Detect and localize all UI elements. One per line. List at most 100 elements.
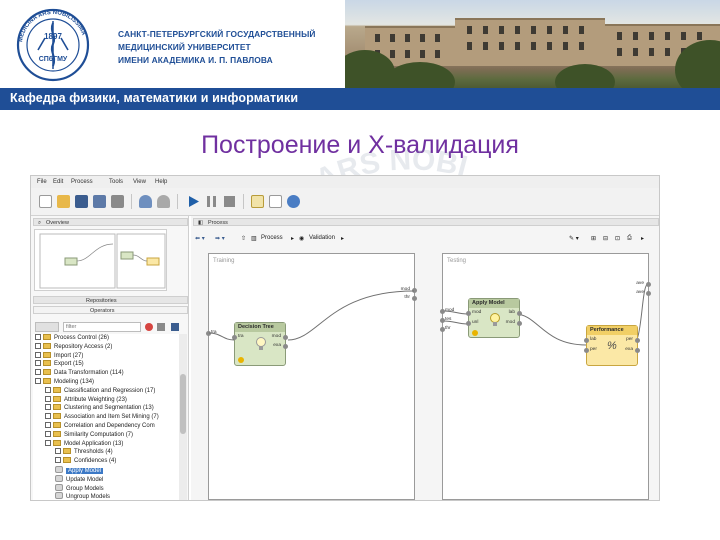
breadcrumb-process[interactable]: Process [261, 235, 283, 241]
operator-tree-item[interactable]: Update Model [55, 474, 103, 483]
operator-tree-scrollbar[interactable] [179, 334, 187, 500]
expand-toggle-icon[interactable] [45, 430, 51, 437]
performance-operator[interactable]: Performance lab per per exa % [584, 325, 640, 366]
menu-file[interactable]: File [37, 179, 47, 185]
zoom-icon[interactable]: ⊡ [615, 235, 620, 242]
operator-folder-item[interactable]: Repository Access (2) [35, 342, 112, 351]
input-port[interactable] [584, 338, 589, 343]
expand-toggle-icon[interactable] [35, 342, 41, 349]
expand-toggle-icon[interactable] [45, 413, 51, 420]
menu-help[interactable]: Help [155, 179, 167, 185]
subprocess-input-port[interactable] [440, 309, 445, 314]
auto-wire-icon[interactable]: ✎ ▾ [569, 235, 579, 242]
info-icon[interactable] [287, 195, 300, 208]
expand-toggle-icon[interactable] [35, 369, 41, 376]
operator-search-input[interactable] [63, 322, 141, 332]
operator-folder-item[interactable]: Process Control (26) [35, 334, 109, 342]
breadcrumb: ⬅ ▾ ➡ ▾ ⇧ ▥ Process ▸ ◉ Validation ▸ ✎ ▾… [191, 231, 659, 245]
tree-item-label: Clustering and Segmentation (13) [64, 405, 154, 412]
operator-folder-item[interactable]: Import (27) [35, 351, 83, 360]
operator-folder-item[interactable]: Modeling (134) [35, 378, 94, 386]
folder-icon [53, 395, 61, 402]
redo-icon[interactable] [157, 195, 170, 208]
testing-subprocess[interactable]: Testing Apply Model mod unl lab mod Perf… [440, 253, 651, 500]
subprocess-output-port[interactable] [646, 282, 651, 287]
operator-folder-item[interactable]: Association and Item Set Mining (7) [45, 413, 159, 421]
subprocess-input-port[interactable] [440, 318, 445, 323]
save-as-icon[interactable] [93, 195, 106, 208]
output-port[interactable] [635, 348, 640, 353]
operator-tree-item[interactable]: Group Models [55, 483, 104, 492]
back-icon[interactable]: ⬅ ▾ [195, 235, 205, 242]
input-port[interactable] [466, 311, 471, 316]
expand-toggle-icon[interactable] [55, 448, 61, 455]
operator-folder-item[interactable]: Confidences (4) [55, 457, 116, 465]
forward-icon[interactable]: ➡ ▾ [215, 235, 225, 242]
input-port[interactable] [584, 348, 589, 353]
process-tab[interactable]: ◧ Process [193, 218, 659, 226]
apply-model-operator[interactable]: Apply Model mod unl lab mod [466, 298, 522, 338]
expand-toggle-icon[interactable] [35, 351, 41, 358]
open-icon[interactable] [57, 195, 70, 208]
operator-tree-item[interactable]: Apply Model [55, 466, 104, 474]
run-icon[interactable] [187, 195, 200, 208]
wizard-icon[interactable] [251, 195, 264, 208]
expand-toggle-icon[interactable] [45, 395, 51, 402]
repositories-tab[interactable]: Repositories [33, 296, 188, 304]
subprocess-output-port[interactable] [646, 291, 651, 296]
output-port[interactable] [517, 321, 522, 326]
stop-icon[interactable] [223, 195, 236, 208]
expand-toggle-icon[interactable] [35, 334, 41, 340]
sort-icon[interactable] [157, 323, 165, 331]
undo-icon[interactable] [139, 195, 152, 208]
folder-icon [53, 439, 61, 446]
tree-item-label: Attribute Weighting (23) [64, 396, 127, 403]
expand-all-icon[interactable] [171, 323, 179, 331]
output-port[interactable] [517, 311, 522, 316]
operator-folder-item[interactable]: Thresholds (4) [55, 448, 113, 456]
more-icon[interactable]: ▸ [641, 235, 644, 242]
overview-tab[interactable]: ⌕ Overview [33, 218, 188, 226]
clear-search-icon[interactable] [145, 323, 153, 331]
operator-folder-item[interactable]: Attribute Weighting (23) [45, 395, 127, 404]
expand-toggle-icon[interactable] [45, 386, 51, 393]
save-icon[interactable] [75, 195, 88, 208]
expand-toggle-icon[interactable] [55, 457, 61, 464]
new-icon[interactable] [39, 195, 52, 208]
operators-tab[interactable]: Operators [33, 306, 188, 314]
subprocess-input-port[interactable] [440, 327, 445, 332]
menu-view[interactable]: View [133, 179, 146, 185]
operator-folder-item[interactable]: Data Transformation (114) [35, 369, 124, 377]
training-subprocess[interactable]: Training Decision Tree tra mod exa tra m… [206, 253, 417, 500]
menu-edit[interactable]: Edit [53, 179, 63, 185]
expand-toggle-icon[interactable] [45, 422, 51, 428]
export-icon[interactable] [111, 195, 124, 208]
arrange-icon[interactable]: ⊞ [591, 235, 596, 242]
pause-icon[interactable] [205, 195, 218, 208]
operator-folder-item[interactable]: Clustering and Segmentation (13) [45, 404, 154, 412]
validate-icon[interactable] [269, 195, 282, 208]
operator-folder-item[interactable]: Export (15) [35, 360, 84, 368]
operator-title: Performance [587, 326, 637, 335]
expand-toggle-icon[interactable] [35, 360, 41, 367]
edge-port-label: mod [445, 308, 455, 313]
operator-folder-item[interactable]: Model Application (13) [45, 439, 123, 448]
print-icon[interactable]: ⎙ [627, 235, 632, 242]
expand-toggle-icon[interactable] [35, 378, 41, 384]
expand-toggle-icon[interactable] [45, 439, 51, 446]
menu-process[interactable]: Process [71, 179, 93, 185]
expand-toggle-icon[interactable] [45, 404, 51, 411]
scrollbar-thumb[interactable] [180, 374, 186, 434]
operator-folder-item[interactable]: Similarity Computation (7) [45, 430, 133, 439]
connect-icon[interactable]: ⊟ [603, 235, 608, 242]
breadcrumb-validation[interactable]: Validation [309, 235, 335, 241]
operator-tree-item[interactable]: Ungroup Models [55, 492, 110, 500]
operator-folder-item[interactable]: Correlation and Dependency Com [45, 422, 155, 430]
percent-icon: % [607, 340, 617, 352]
output-port[interactable] [635, 338, 640, 343]
input-port[interactable] [466, 321, 471, 326]
menu-tools[interactable]: Tools [109, 179, 123, 185]
view-options-icon[interactable] [35, 322, 59, 332]
operator-folder-item[interactable]: Classification and Regression (17) [45, 386, 155, 395]
up-icon[interactable]: ⇧ [241, 235, 246, 242]
